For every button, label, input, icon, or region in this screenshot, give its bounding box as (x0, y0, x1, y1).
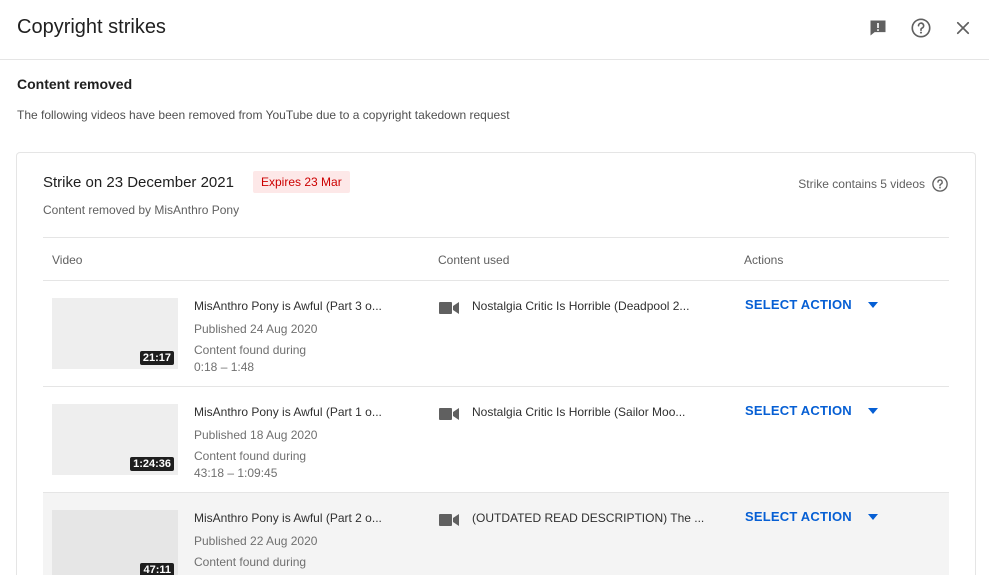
table-row: 1:24:36 MisAnthro Pony is Awful (Part 1 … (43, 387, 949, 493)
select-action-button[interactable]: SELECT ACTION (745, 297, 878, 312)
content-used-title[interactable]: Nostalgia Critic Is Horrible (Sailor Moo… (472, 405, 727, 419)
video-title[interactable]: MisAnthro Pony is Awful (Part 3 o... (194, 299, 414, 313)
select-action-label: SELECT ACTION (745, 297, 852, 312)
video-thumbnail[interactable]: 1:24:36 (52, 404, 178, 475)
video-camera-icon (439, 408, 459, 420)
content-found-label: Content found during (194, 555, 307, 569)
content-found-range: 0:18 – 1:48 (194, 360, 255, 374)
video-thumbnail[interactable]: 47:11 (52, 510, 178, 575)
video-duration: 1:24:36 (130, 457, 174, 471)
video-camera-icon (439, 514, 459, 526)
dialog-header: Copyright strikes (0, 0, 989, 60)
video-published: Published 22 Aug 2020 (194, 534, 318, 548)
feedback-icon[interactable] (866, 16, 890, 40)
select-action-label: SELECT ACTION (745, 509, 852, 524)
strike-title: Strike on 23 December 2021 (43, 174, 234, 191)
page-title: Copyright strikes (17, 16, 166, 38)
video-duration: 47:11 (140, 563, 174, 575)
expires-badge: Expires 23 Mar (253, 171, 350, 193)
select-action-label: SELECT ACTION (745, 403, 852, 418)
help-icon[interactable] (931, 175, 949, 193)
video-thumbnail[interactable]: 21:17 (52, 298, 178, 369)
content-found-label: Content found during (194, 449, 307, 463)
close-icon[interactable] (951, 16, 975, 40)
content-found-range: 43:18 – 1:09:45 (194, 466, 278, 480)
table-header: Video Content used Actions (43, 237, 949, 281)
removed-by-text: Content removed by MisAnthro Pony (43, 203, 240, 217)
video-duration: 21:17 (139, 351, 174, 365)
section-title: Content removed (17, 76, 133, 92)
strike-contains: Strike contains 5 videos (798, 175, 949, 193)
caret-down-icon (867, 407, 878, 414)
strike-card: Strike on 23 December 2021 Expires 23 Ma… (16, 152, 976, 575)
table-row: 21:17 MisAnthro Pony is Awful (Part 3 o.… (43, 281, 949, 387)
column-header-actions: Actions (744, 253, 784, 267)
table-row: 47:11 MisAnthro Pony is Awful (Part 2 o.… (43, 493, 949, 575)
content-used-title[interactable]: (OUTDATED READ DESCRIPTION) The ... (472, 511, 727, 525)
section-description: The following videos have been removed f… (17, 108, 510, 122)
video-published: Published 24 Aug 2020 (194, 322, 318, 336)
video-published: Published 18 Aug 2020 (194, 428, 318, 442)
caret-down-icon (867, 513, 878, 520)
video-title[interactable]: MisAnthro Pony is Awful (Part 1 o... (194, 405, 414, 419)
content-used-title[interactable]: Nostalgia Critic Is Horrible (Deadpool 2… (472, 299, 727, 313)
content-found-label: Content found during (194, 343, 307, 357)
strike-contains-label: Strike contains 5 videos (798, 177, 925, 191)
select-action-button[interactable]: SELECT ACTION (745, 509, 878, 524)
caret-down-icon (867, 301, 878, 308)
help-icon[interactable] (909, 16, 933, 40)
video-camera-icon (439, 302, 459, 314)
video-title[interactable]: MisAnthro Pony is Awful (Part 2 o... (194, 511, 414, 525)
column-header-content-used: Content used (438, 253, 510, 267)
select-action-button[interactable]: SELECT ACTION (745, 403, 878, 418)
column-header-video: Video (52, 253, 83, 267)
strike-videos-table: Video Content used Actions 21:17 MisAnth… (43, 237, 949, 575)
